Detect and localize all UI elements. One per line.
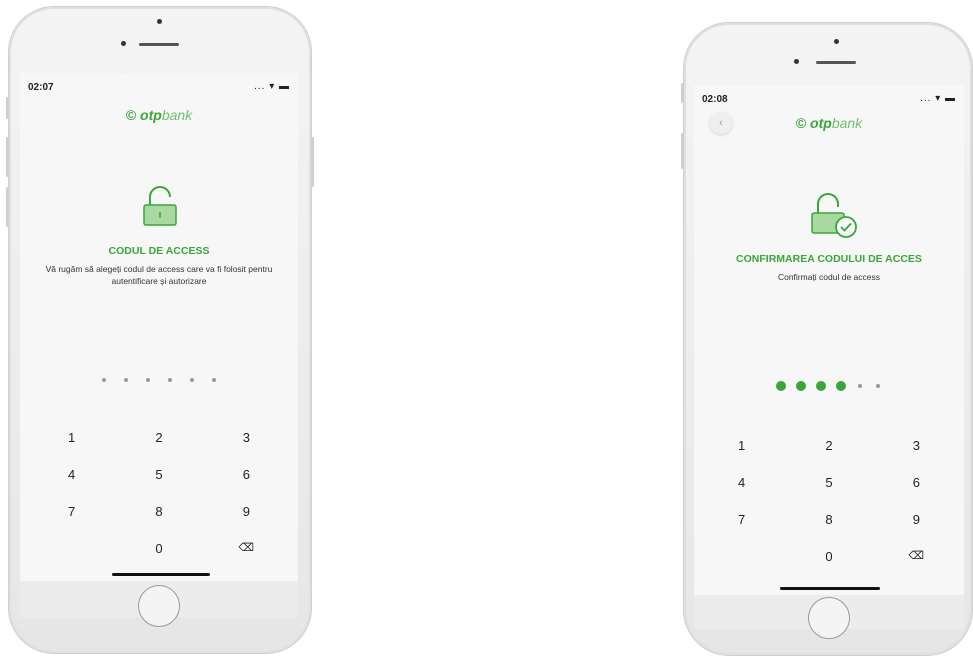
pin-indicator: [20, 378, 298, 382]
status-icons: ... ▾ ▬: [254, 81, 290, 92]
sensor-icon: [121, 41, 126, 46]
key-2[interactable]: 2: [785, 427, 872, 464]
camera-icon: [157, 19, 162, 24]
pin-dot: [146, 378, 150, 382]
volume-up-button: [6, 137, 9, 177]
key-7[interactable]: 7: [28, 493, 115, 530]
key-empty: [698, 538, 785, 575]
volume-up-button: [681, 133, 684, 169]
key-2[interactable]: 2: [115, 419, 202, 456]
key-1[interactable]: 1: [28, 419, 115, 456]
home-button[interactable]: [808, 597, 850, 639]
keypad: 1 2 3 4 5 6 7 8 9 0 ⌫: [698, 427, 960, 575]
pin-dot: [124, 378, 128, 382]
mute-switch: [6, 97, 9, 119]
power-button: [311, 137, 314, 187]
key-4[interactable]: 4: [28, 456, 115, 493]
logo-bank: bank: [161, 107, 193, 123]
otpbank-logo: © otpbank: [694, 115, 964, 131]
home-button[interactable]: [138, 585, 180, 627]
volume-down-button: [6, 187, 9, 227]
key-5[interactable]: 5: [785, 464, 872, 501]
phone-right: 02:08 ... ▾ ▬ ‹ © otpbank CONFIRMAREA CO…: [681, 22, 973, 656]
pin-dot-filled: [816, 381, 826, 391]
key-7[interactable]: 7: [698, 501, 785, 538]
phone-left: 02:07 ... ▾ ▬ © otpbank CODUL DE ACCESS …: [6, 6, 314, 654]
pin-dot: [168, 378, 172, 382]
pin-dot: [876, 384, 880, 388]
sensor-icon: [794, 59, 799, 64]
pin-dot-filled: [776, 381, 786, 391]
status-time: 02:08: [702, 94, 728, 105]
key-empty: [28, 530, 115, 567]
screen: 02:07 ... ▾ ▬ © otpbank CODUL DE ACCESS …: [20, 73, 298, 581]
key-5[interactable]: 5: [115, 456, 202, 493]
page-description: Vă rugăm să alegeți codul de access care…: [45, 264, 273, 286]
otpbank-logo-icon: ©: [125, 107, 137, 123]
pin-dot: [102, 378, 106, 382]
home-indicator: [112, 573, 210, 576]
pin-dot: [190, 378, 194, 382]
page-title: CONFIRMAREA CODULUI DE ACCES: [736, 253, 922, 265]
page-description: Confirmați codul de access: [777, 272, 881, 282]
pin-dot: [858, 384, 862, 388]
key-0[interactable]: 0: [785, 538, 872, 575]
pin-dot-filled: [796, 381, 806, 391]
key-1[interactable]: 1: [698, 427, 785, 464]
logo-bank: bank: [831, 115, 863, 131]
home-indicator: [780, 587, 880, 590]
backspace-icon[interactable]: ⌫: [873, 538, 960, 575]
status-icons: ... ▾ ▬: [920, 93, 956, 104]
mute-switch: [681, 83, 684, 103]
pin-indicator: [694, 381, 964, 391]
logo-otp: otp: [810, 115, 832, 131]
key-9[interactable]: 9: [203, 493, 290, 530]
lock-icon: [143, 186, 177, 226]
speaker-grille: [139, 43, 179, 46]
key-6[interactable]: 6: [873, 464, 960, 501]
logo-otp: otp: [140, 107, 162, 123]
key-8[interactable]: 8: [785, 501, 872, 538]
screen: 02:08 ... ▾ ▬ ‹ © otpbank CONFIRMAREA CO…: [694, 85, 964, 595]
camera-icon: [834, 39, 839, 44]
key-3[interactable]: 3: [873, 427, 960, 464]
otpbank-logo: © otpbank: [20, 107, 298, 123]
backspace-icon[interactable]: ⌫: [203, 530, 290, 567]
key-4[interactable]: 4: [698, 464, 785, 501]
speaker-grille: [816, 61, 856, 64]
key-9[interactable]: 9: [873, 501, 960, 538]
keypad: 1 2 3 4 5 6 7 8 9 0 ⌫: [28, 419, 290, 567]
pin-dot: [212, 378, 216, 382]
pin-dot-filled: [836, 381, 846, 391]
key-8[interactable]: 8: [115, 493, 202, 530]
key-0[interactable]: 0: [115, 530, 202, 567]
page-title: CODUL DE ACCESS: [108, 245, 210, 257]
lock-check-icon: [811, 193, 857, 238]
otpbank-logo-icon: ©: [795, 115, 807, 131]
key-3[interactable]: 3: [203, 419, 290, 456]
key-6[interactable]: 6: [203, 456, 290, 493]
status-time: 02:07: [28, 82, 54, 93]
